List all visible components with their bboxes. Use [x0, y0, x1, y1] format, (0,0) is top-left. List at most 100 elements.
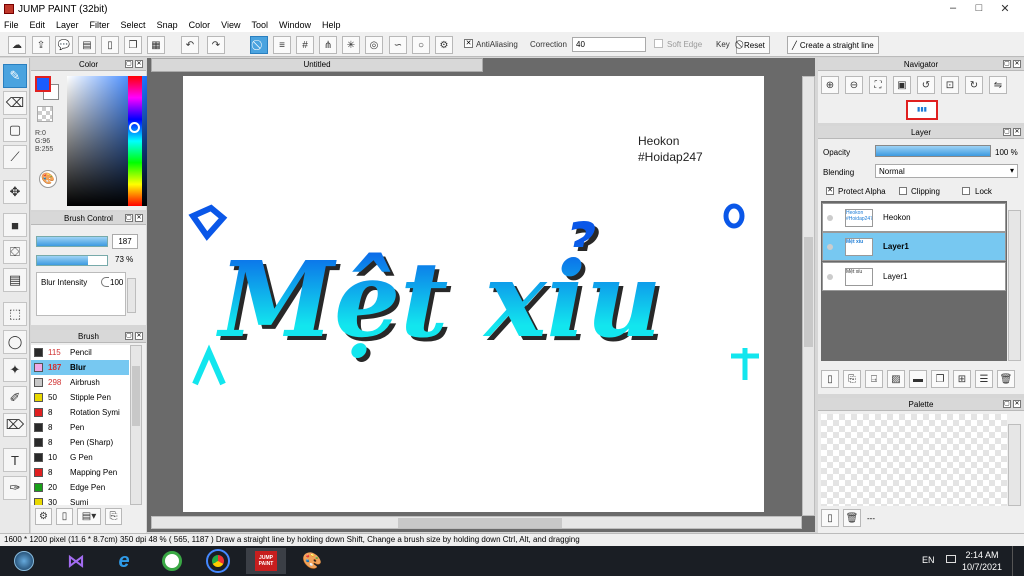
menu-view[interactable]: View	[221, 20, 240, 30]
rect-select-tool-icon[interactable]: ▢	[3, 118, 27, 142]
delete-layer-icon[interactable]: 🗑	[997, 370, 1015, 388]
gear-icon[interactable]: ⚙	[435, 36, 453, 54]
document-tab[interactable]: Untitled	[151, 58, 483, 72]
taskbar-app-ie[interactable]: e	[104, 548, 144, 574]
color-palette-icon[interactable]: 🎨	[39, 170, 57, 188]
brush-item[interactable]: 8 Pen (Sharp)	[31, 435, 129, 450]
line-tool-icon[interactable]: ⟋	[3, 145, 27, 169]
parallel-lines-icon[interactable]: ≡	[273, 36, 291, 54]
layer-row[interactable]: Mệt xỉu Layer1	[822, 232, 1006, 261]
hue-slider[interactable]	[128, 76, 142, 206]
brush-menu-icon[interactable]: ▤▾	[77, 508, 101, 525]
menu-select[interactable]: Select	[121, 20, 146, 30]
rectangle-tool-icon[interactable]: ■	[3, 213, 27, 237]
brush-item[interactable]: 20 Edge Pen	[31, 480, 129, 495]
primary-color-swatch[interactable]	[35, 76, 51, 92]
zoom-in-icon[interactable]: ⊕	[821, 76, 839, 94]
brush-item[interactable]: 50 Stipple Pen	[31, 390, 129, 405]
minimize-button[interactable]: –	[940, 0, 966, 16]
brush-item[interactable]: 8 Rotation Symi	[31, 405, 129, 420]
horizontal-scroll-thumb[interactable]	[398, 518, 562, 528]
float-icon[interactable]: ▢	[1003, 400, 1011, 408]
brush-control-scrollbar[interactable]	[127, 278, 136, 313]
curve-icon[interactable]: ∽	[389, 36, 407, 54]
visibility-icon[interactable]	[827, 273, 833, 280]
brush-import-icon[interactable]: ⎘	[105, 508, 122, 525]
vanishing-point-icon[interactable]: ⋔	[319, 36, 337, 54]
notification-flag-icon[interactable]	[946, 555, 956, 563]
zoom-out-icon[interactable]: ⊖	[845, 76, 863, 94]
close-icon[interactable]: ✕	[1013, 400, 1021, 408]
brush-item[interactable]: 8 Mapping Pen	[31, 465, 129, 480]
vertical-scroll-thumb[interactable]	[804, 237, 813, 347]
duplicate-layer-icon[interactable]: ❐	[931, 370, 949, 388]
eyedropper-icon[interactable]: ✑	[3, 476, 27, 500]
straight-line-button[interactable]: ╱ Create a straight line	[787, 36, 879, 54]
menu-edit[interactable]: Edit	[30, 20, 46, 30]
close-button[interactable]: ✕	[992, 0, 1018, 16]
actual-size-icon[interactable]: ▣	[893, 76, 911, 94]
taskbar-app-paint[interactable]: 🎨	[292, 548, 332, 574]
brush-list-scrollbar[interactable]	[130, 345, 142, 505]
menu-window[interactable]: Window	[279, 20, 311, 30]
select-pen-icon[interactable]: ✐	[3, 386, 27, 410]
undo-icon[interactable]: ↶	[181, 36, 199, 54]
rotate-left-icon[interactable]: ↺	[917, 76, 935, 94]
menu-color[interactable]: Color	[189, 20, 211, 30]
new-palette-color-icon[interactable]: ▯	[821, 509, 839, 527]
tone-layer-icon[interactable]: ▨	[887, 370, 905, 388]
reset-button[interactable]: ⃠Reset	[736, 36, 770, 54]
visibility-icon[interactable]	[827, 214, 833, 221]
menu-snap[interactable]: Snap	[157, 20, 178, 30]
brush-item[interactable]: 8 Pen	[31, 420, 129, 435]
language-indicator[interactable]: EN	[922, 555, 935, 565]
close-icon[interactable]: ✕	[1013, 60, 1021, 68]
clock[interactable]: 2:14 AM 10/7/2021	[962, 549, 1002, 573]
upload-icon[interactable]: ⇪	[32, 36, 50, 54]
float-icon[interactable]: ▢	[1003, 128, 1011, 136]
layer-list-scrollbar[interactable]	[1008, 210, 1021, 361]
text-tool-icon[interactable]: T	[3, 448, 27, 472]
comment-icon[interactable]: 💬	[55, 36, 73, 54]
brush-tool-icon[interactable]: ✎	[3, 64, 27, 88]
page-icon[interactable]: ▯	[101, 36, 119, 54]
color-swatches[interactable]	[35, 76, 59, 100]
folder-icon[interactable]: ▬	[909, 370, 927, 388]
canvas-vertical-scrollbar[interactable]	[802, 76, 815, 516]
radial-lines-icon[interactable]: ✳	[342, 36, 360, 54]
delete-palette-color-icon[interactable]: 🗑	[843, 509, 861, 527]
float-icon[interactable]: ▢	[125, 332, 133, 340]
brush-opacity-slider[interactable]	[36, 255, 108, 266]
lock-checkbox[interactable]	[962, 187, 970, 195]
palette-scrollbar[interactable]	[1008, 424, 1021, 506]
rotate-right-icon[interactable]: ↻	[965, 76, 983, 94]
clipping-checkbox[interactable]	[899, 187, 907, 195]
soft-edge-checkbox[interactable]	[654, 39, 663, 48]
menu-file[interactable]: File	[4, 20, 19, 30]
copy-icon[interactable]: ❐	[124, 36, 142, 54]
layer-properties-icon[interactable]: ☰	[975, 370, 993, 388]
brush-item[interactable]: 187 Blur	[31, 360, 129, 375]
magic-wand-icon[interactable]: ✦	[3, 358, 27, 382]
float-icon[interactable]: ▢	[125, 214, 133, 222]
brush-item[interactable]: 10 G Pen	[31, 450, 129, 465]
brush-item[interactable]: 115 Pencil	[31, 345, 129, 360]
move-tool-icon[interactable]: ✥	[3, 180, 27, 204]
hue-slider-thumb[interactable]	[129, 122, 140, 133]
new-layer-copy-icon[interactable]: ⎘	[843, 370, 861, 388]
taskbar-app-jumppaint[interactable]: JUMP PAINT	[246, 548, 286, 574]
layer-file-icon[interactable]: ⍈	[865, 370, 883, 388]
protect-alpha-checkbox[interactable]: ✕	[826, 187, 834, 195]
palette-swatch-area[interactable]	[821, 414, 1007, 506]
transparent-color-icon[interactable]	[37, 106, 53, 122]
taskbar-app-chrome[interactable]	[198, 548, 238, 574]
visibility-icon[interactable]	[827, 243, 833, 250]
brush-size-slider[interactable]	[36, 236, 108, 247]
gradient-tool-icon[interactable]: ▤	[3, 268, 27, 292]
menu-layer[interactable]: Layer	[56, 20, 79, 30]
reset-view-icon[interactable]: ⊡	[941, 76, 959, 94]
brush-size-input[interactable]: 187	[112, 234, 138, 249]
fill-bucket-icon[interactable]: ⛋	[3, 240, 27, 264]
brush-item[interactable]: 30 Sumi	[31, 495, 129, 505]
antialiasing-checkbox[interactable]: ✕	[464, 39, 473, 48]
